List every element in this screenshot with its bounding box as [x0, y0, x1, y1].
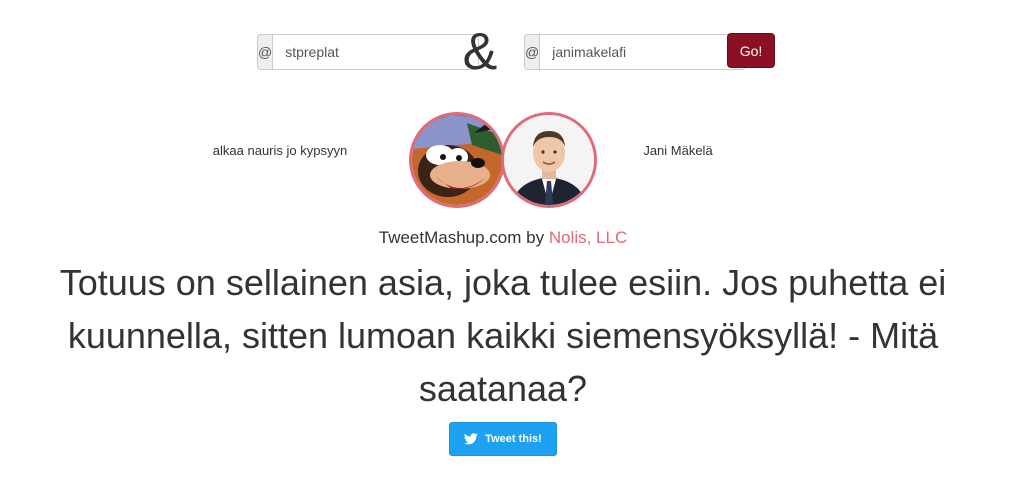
right-username-input[interactable] — [539, 34, 747, 70]
right-user-avatar — [501, 112, 597, 208]
ampersand-separator: & — [462, 23, 498, 81]
go-button[interactable]: Go! — [727, 33, 775, 68]
right-username-group: @ — [524, 34, 747, 70]
left-user-name: alkaa nauris jo kypsyyn — [212, 143, 348, 158]
credit-prefix: TweetMashup.com by — [378, 228, 549, 247]
cartoon-dog-avatar — [412, 115, 502, 205]
left-username-group: @ — [257, 34, 480, 70]
left-user-avatar — [409, 112, 505, 208]
tweet-this-button[interactable]: Tweet this! — [449, 422, 557, 456]
left-username-input[interactable] — [272, 34, 480, 70]
left-at-prefix: @ — [257, 34, 273, 70]
mashup-text: Totuus on sellainen asia, joka tulee esi… — [59, 262, 947, 409]
nolis-link[interactable]: Nolis, LLC — [549, 228, 627, 247]
credit-line: TweetMashup.com by Nolis, LLC — [0, 228, 1006, 248]
right-user-name: Jani Mäkelä — [643, 143, 713, 158]
man-in-suit-avatar — [504, 115, 594, 205]
page: @ & @ Go! alkaa nauris jo kypsyyn — [0, 0, 1012, 480]
right-at-prefix: @ — [524, 34, 540, 70]
tweet-button-label: Tweet this! — [485, 433, 542, 445]
twitter-bird-icon — [464, 433, 478, 445]
